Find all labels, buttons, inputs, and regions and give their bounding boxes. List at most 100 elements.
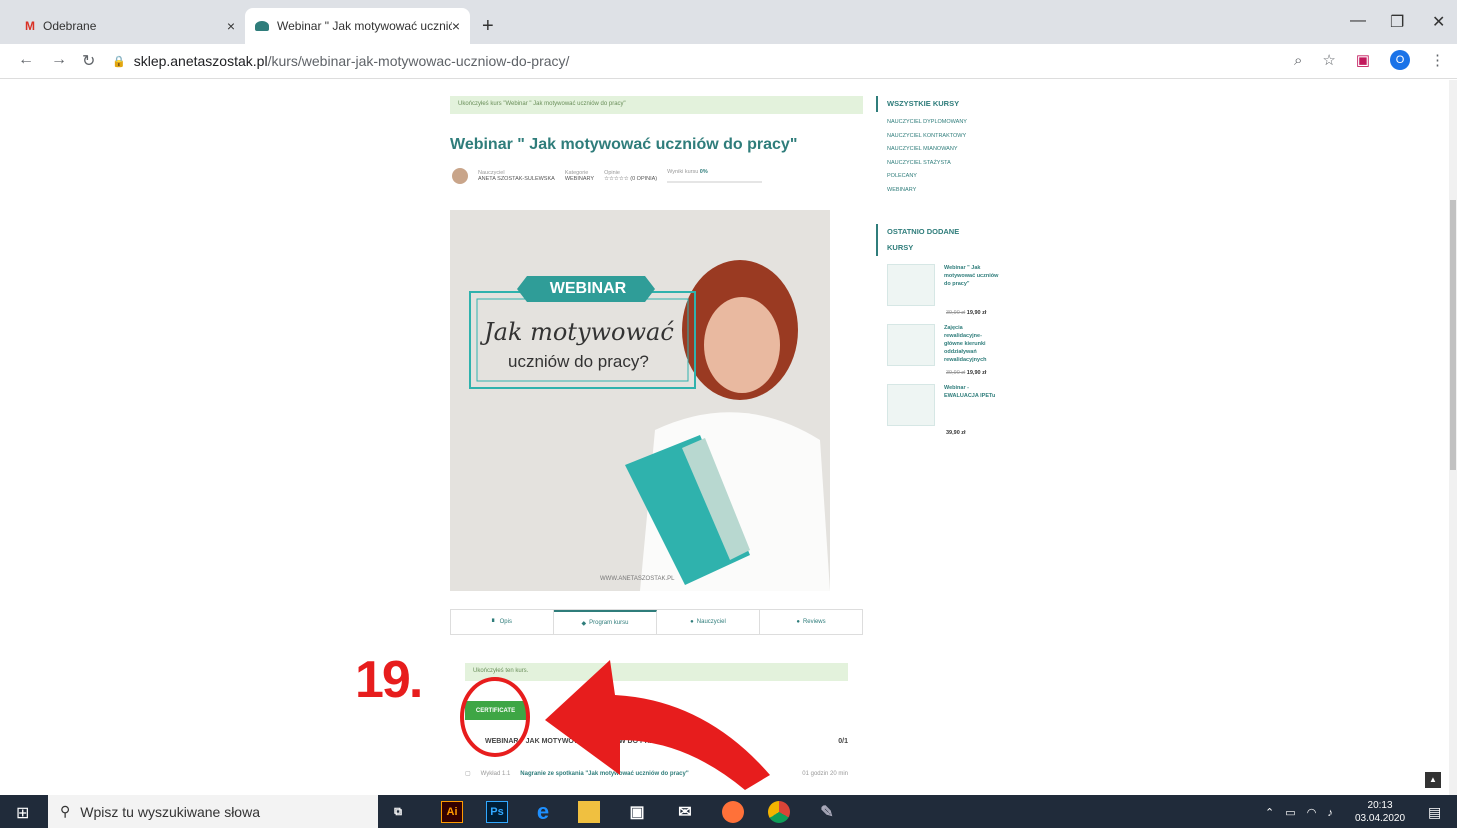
tab-label: Nauczyciel bbox=[696, 619, 726, 625]
recent-course-price: 39,90 zł bbox=[946, 430, 1016, 436]
scrollbar-thumb[interactable] bbox=[1450, 200, 1456, 470]
lock-icon: 🔒 bbox=[112, 55, 126, 68]
user-icon: ● bbox=[690, 619, 694, 625]
recent-course-title[interactable]: Zajęcia rewalidacyjne- główne kierunki o… bbox=[944, 324, 999, 366]
restore-icon[interactable]: ❐ bbox=[1390, 12, 1404, 32]
recent-courses-heading: OSTATNIO DODANE KURSY bbox=[876, 223, 986, 256]
image-line1: Jak motywować bbox=[484, 318, 674, 346]
mail-icon[interactable]: ✉ bbox=[674, 801, 696, 823]
completion-notice: Ukończyłeś kurs "Webinar " Jak motywować… bbox=[450, 96, 863, 114]
tab-program[interactable]: ◆ Program kursu bbox=[554, 610, 657, 634]
recent-course-price: 39,90 zł 19,90 zł bbox=[946, 310, 1016, 316]
gmail-icon: M bbox=[25, 19, 35, 33]
current-price: 39,90 zł bbox=[946, 429, 966, 436]
zoom-icon[interactable]: ⌕ bbox=[1294, 52, 1302, 69]
recent-course-price: 39,90 zł 19,90 zł bbox=[946, 370, 1016, 376]
tab-nauczyciel[interactable]: ● Nauczyciel bbox=[657, 610, 760, 634]
course-image-art bbox=[450, 210, 830, 591]
tab-opis[interactable]: ▘ Opis bbox=[451, 610, 554, 634]
tab-label: Opis bbox=[499, 619, 512, 625]
store-icon[interactable]: ▣ bbox=[626, 801, 648, 823]
section-count: 0/1 bbox=[838, 738, 848, 745]
comments-icon: ● bbox=[796, 619, 800, 625]
search-icon: ⚲ bbox=[60, 803, 71, 819]
firefox-icon[interactable] bbox=[722, 801, 744, 823]
sidebar: WSZYSTKIE KURSY NAUCZYCIEL DYPLOMOWANY N… bbox=[876, 96, 1016, 436]
current-price: 19,90 zł bbox=[966, 369, 987, 376]
new-tab-button[interactable]: + bbox=[482, 15, 494, 38]
course-tabs: ▘ Opis ◆ Program kursu ● Nauczyciel ● Review… bbox=[450, 609, 863, 635]
system-tray[interactable]: ⌃ ▭ ◠ ♪ bbox=[1265, 806, 1337, 819]
close-icon[interactable]: × bbox=[452, 18, 460, 34]
category-link[interactable]: NAUCZYCIEL KONTRAKTOWY bbox=[876, 130, 1016, 144]
recent-course[interactable]: Webinar " Jak motywować uczniów do pracy… bbox=[887, 263, 1016, 306]
current-price: 19,90 zł bbox=[966, 309, 987, 316]
url-path: /kurs/webinar-jak-motywowac-uczniow-do-p… bbox=[267, 53, 570, 69]
forward-icon[interactable]: → bbox=[51, 51, 67, 69]
tab-label: Reviews bbox=[802, 619, 826, 625]
address-bar[interactable]: 🔒 sklep.anetaszostak.pl /kurs/webinar-ja… bbox=[112, 48, 1352, 74]
category-link[interactable]: POLECANY bbox=[876, 170, 1016, 184]
page-content: Ukończyłeś kurs "Webinar " Jak motywować… bbox=[0, 80, 1449, 795]
image-line2: uczniów do pracy? bbox=[508, 352, 649, 371]
paint-icon[interactable]: ✎ bbox=[816, 801, 838, 823]
tab-gmail[interactable]: M Odebrane × bbox=[15, 8, 245, 44]
teacher-avatar bbox=[452, 168, 468, 184]
all-courses-heading: WSZYSTKIE KURSY bbox=[876, 96, 1016, 112]
windows-start-icon[interactable]: ⊞ bbox=[16, 803, 29, 823]
category-link[interactable]: NAUCZYCIEL DYPLOMOWANY bbox=[876, 116, 1016, 130]
task-view-icon[interactable]: ⧉ bbox=[387, 801, 409, 823]
star-icon[interactable]: ☆ bbox=[1322, 51, 1335, 69]
search-placeholder: Wpisz tu wyszukiwane słowa bbox=[80, 803, 260, 820]
lecture-duration: 01 godzin 20 min bbox=[802, 770, 848, 777]
tab-label: Program kursu bbox=[589, 620, 629, 626]
image-footer: WWW.ANETASZOSTAK.PL bbox=[600, 576, 675, 582]
chrome-icon[interactable] bbox=[768, 801, 790, 823]
annotation-arrow bbox=[460, 660, 770, 790]
menu-icon[interactable]: ⋮ bbox=[1430, 51, 1445, 69]
reload-icon[interactable]: ↻ bbox=[82, 51, 95, 71]
recent-course-thumb bbox=[887, 263, 935, 306]
tab-webinar[interactable]: Webinar " Jak motywować uczniów × bbox=[245, 8, 470, 44]
course-meta: Nauczyciel ANETA SZOSTAK-SULEWSKA Kategor… bbox=[452, 168, 763, 184]
scroll-top-button[interactable]: ▲ bbox=[1425, 772, 1441, 788]
old-price: 39,90 zł bbox=[946, 369, 966, 376]
recent-course-title[interactable]: Webinar " Jak motywować uczniów do pracy… bbox=[944, 264, 999, 306]
recent-course[interactable]: Webinar - EWALUACJA IPETu bbox=[887, 383, 1016, 426]
recent-course-thumb bbox=[887, 383, 935, 426]
course-image: WEBINAR Jak motywować uczniów do pracy? … bbox=[450, 210, 830, 591]
file-explorer-icon[interactable] bbox=[578, 801, 600, 823]
clock[interactable]: 20:13 03.04.2020 bbox=[1355, 799, 1405, 825]
close-icon[interactable]: × bbox=[227, 18, 235, 34]
course-title: Webinar " Jak motywować uczniów do pracy… bbox=[450, 136, 798, 153]
notifications-icon[interactable]: ▤ bbox=[1428, 804, 1441, 821]
recent-course-title[interactable]: Webinar - EWALUACJA IPETu bbox=[944, 384, 999, 426]
profile-avatar[interactable]: O bbox=[1390, 50, 1410, 70]
annotation-step-label: 19. bbox=[355, 651, 423, 709]
minimize-icon[interactable]: — bbox=[1350, 12, 1366, 30]
teacher-name[interactable]: ANETA SZOSTAK-SULEWSKA bbox=[478, 176, 555, 182]
bookmark-icon: ▘ bbox=[492, 619, 497, 626]
category-link[interactable]: NAUCZYCIEL STAŻYSTA bbox=[876, 157, 1016, 171]
illustrator-icon[interactable]: Ai bbox=[441, 801, 463, 823]
category-link[interactable]: NAUCZYCIEL MIANOWANY bbox=[876, 143, 1016, 157]
recent-course-thumb bbox=[887, 323, 935, 366]
reviews-value: ☆☆☆☆☆ (0 OPINIA) bbox=[604, 176, 658, 182]
results-label: Wyniki kursu bbox=[667, 169, 699, 175]
back-icon[interactable]: ← bbox=[18, 51, 34, 69]
category-value[interactable]: WEBINARY bbox=[565, 176, 594, 182]
photoshop-icon[interactable]: Ps bbox=[486, 801, 508, 823]
category-link[interactable]: WEBINARY bbox=[876, 184, 1016, 198]
extension-icon[interactable]: ▣ bbox=[1356, 51, 1370, 69]
recent-course[interactable]: Zajęcia rewalidacyjne- główne kierunki o… bbox=[887, 323, 1016, 366]
toolbar-icons: ⌕ ☆ ▣ O ⋮ bbox=[1294, 50, 1445, 70]
tab-reviews[interactable]: ● Reviews bbox=[760, 610, 862, 634]
old-price: 39,90 zł bbox=[946, 309, 966, 316]
edge-icon[interactable]: e bbox=[532, 799, 554, 824]
tab-title: Odebrane bbox=[43, 19, 97, 33]
cube-icon: ◆ bbox=[581, 620, 587, 627]
clock-date: 03.04.2020 bbox=[1355, 813, 1406, 824]
taskbar-search[interactable]: ⚲ Wpisz tu wyszukiwane słowa bbox=[48, 795, 378, 828]
results-progress-bar bbox=[667, 181, 763, 183]
close-window-icon[interactable]: ✕ bbox=[1432, 12, 1445, 32]
